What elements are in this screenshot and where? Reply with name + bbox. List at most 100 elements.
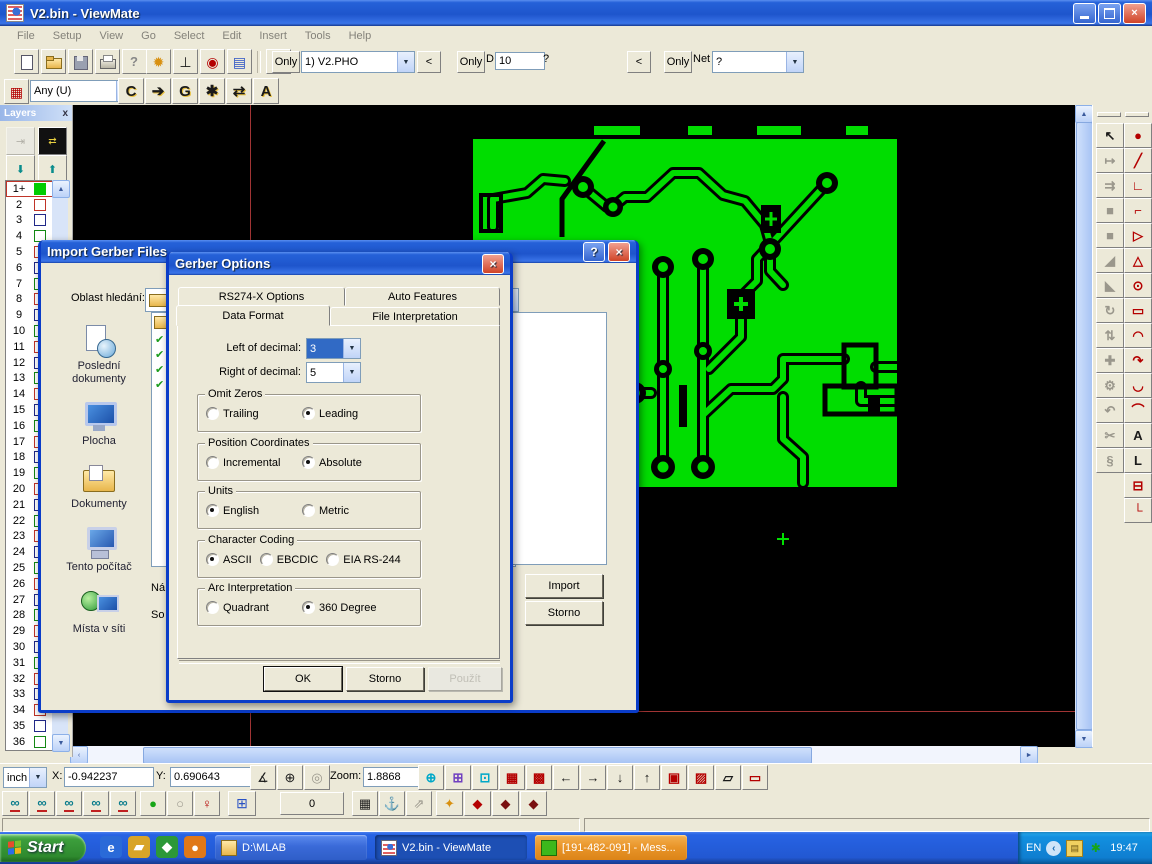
swap-tool[interactable]: ⇅ xyxy=(1096,323,1124,348)
snap-grid-button[interactable]: ▦ xyxy=(352,791,378,816)
horizontal-scrollbar[interactable]: ‹ ► xyxy=(70,746,1036,763)
prev-layer-button[interactable]: < xyxy=(417,51,441,73)
select-cluster-button[interactable]: ✱ xyxy=(199,78,225,104)
layer-row[interactable]: 1+ xyxy=(6,181,53,197)
quick-launch-browser[interactable]: ● xyxy=(184,836,206,858)
chevron-down-icon[interactable]: ▼ xyxy=(343,339,360,358)
view-lines-button[interactable]: ∞ xyxy=(83,791,109,816)
chevron-down-icon[interactable]: ▼ xyxy=(786,52,803,72)
radio-option[interactable]: EBCDIC xyxy=(260,553,319,566)
area-select-button[interactable]: ▭ xyxy=(742,765,768,790)
language-indicator[interactable]: EN xyxy=(1026,842,1041,854)
checked-file-icon[interactable]: ✔ xyxy=(155,333,164,348)
zoom-in-button[interactable]: ⊕ xyxy=(418,765,444,790)
unit-combo[interactable]: inch ▼ xyxy=(3,767,47,788)
select-tool[interactable]: ↖ xyxy=(1096,123,1124,148)
chevron-down-icon[interactable]: ▼ xyxy=(397,52,414,72)
tray-icq-icon[interactable]: ✱ xyxy=(1088,841,1103,856)
chevron-down-icon[interactable]: ▼ xyxy=(29,768,46,787)
grid-origin-button[interactable]: ▦ xyxy=(499,765,525,790)
select-swap-button[interactable]: ⇄ xyxy=(226,78,252,104)
rotate-tool[interactable]: ↻ xyxy=(1096,298,1124,323)
layer-row[interactable]: 35 xyxy=(6,718,53,734)
taskbar-task[interactable]: D:\MLAB xyxy=(215,835,367,860)
close-button[interactable]: × xyxy=(608,242,630,262)
align-tool[interactable]: ✚ xyxy=(1096,348,1124,373)
rectangle-tool[interactable]: ▭ xyxy=(1124,298,1152,323)
radio-option[interactable]: Trailing xyxy=(206,407,294,420)
polyline-tool[interactable]: ∟ xyxy=(1124,173,1152,198)
highlight-off-button[interactable]: ○ xyxy=(167,791,193,816)
probe-button[interactable]: ♀ xyxy=(194,791,220,816)
undo-tool[interactable]: ↶ xyxy=(1096,398,1124,423)
line-tool[interactable]: ╱ xyxy=(1124,148,1152,173)
radio-icon[interactable] xyxy=(206,553,219,566)
radio-icon[interactable] xyxy=(302,407,315,420)
origin-button[interactable]: ⊕ xyxy=(277,765,303,790)
ok-button[interactable]: OK xyxy=(264,667,342,691)
zoom-value-field[interactable]: 1.8868 xyxy=(363,767,419,787)
layer-color-swatch[interactable] xyxy=(34,214,46,226)
radio-icon[interactable] xyxy=(206,407,219,420)
checked-file-icon[interactable]: ✔ xyxy=(155,363,164,378)
right-decimal-combo[interactable]: 5 ▼ xyxy=(306,362,361,383)
layer-up-button[interactable]: ⬆ xyxy=(38,155,67,183)
menu-item[interactable]: Help xyxy=(340,28,381,44)
diamond-move-button[interactable]: ◆ xyxy=(492,791,519,816)
place-item[interactable]: Plocha xyxy=(51,399,147,448)
selected-files-list[interactable] xyxy=(511,312,607,565)
close-icon[interactable]: x xyxy=(62,108,68,119)
palette-grip[interactable] xyxy=(1125,112,1149,117)
label-tool[interactable]: L xyxy=(1124,448,1152,473)
pan-down-button[interactable]: ↓ xyxy=(607,765,633,790)
diamond-select-button[interactable]: ◆ xyxy=(464,791,491,816)
hscroll-thumb[interactable] xyxy=(143,747,812,764)
menu-item[interactable]: Setup xyxy=(44,28,91,44)
quick-launch-ie[interactable]: e xyxy=(100,836,122,858)
menu-item[interactable]: Go xyxy=(132,28,165,44)
anchor-button[interactable]: ⚓ xyxy=(379,791,405,816)
quad-view-button[interactable]: ⊞ xyxy=(228,791,256,816)
radio-icon[interactable] xyxy=(326,553,339,566)
pan-up-button[interactable]: ↑ xyxy=(634,765,660,790)
flip-tool[interactable]: ◣ xyxy=(1096,273,1124,298)
layer-move-button[interactable]: ▨ xyxy=(688,765,714,790)
only-net-button[interactable]: Only xyxy=(664,51,692,73)
triangle-tool[interactable]: △ xyxy=(1124,248,1152,273)
place-item[interactable]: Poslední dokumenty xyxy=(51,324,147,385)
place-item[interactable]: Tento počítač xyxy=(51,525,147,574)
start-button[interactable]: Start xyxy=(0,834,86,862)
dcode-input[interactable]: 10 xyxy=(495,52,545,70)
chevron-down-icon[interactable]: ▼ xyxy=(343,363,360,382)
layer-row[interactable]: 3 xyxy=(6,213,53,229)
radio-icon[interactable] xyxy=(260,553,273,566)
radio-icon[interactable] xyxy=(302,601,315,614)
open-poly-tool[interactable]: ▷ xyxy=(1124,223,1152,248)
highlight-on-button[interactable]: ● xyxy=(140,791,166,816)
plot-view-button[interactable]: ⊥ xyxy=(173,49,198,74)
restore-button[interactable] xyxy=(1098,3,1121,24)
cut-tool[interactable]: ✂ xyxy=(1096,423,1124,448)
layer-color-swatch[interactable] xyxy=(34,736,46,748)
scroll-down-icon[interactable]: ▼ xyxy=(1075,730,1093,748)
scroll-right-icon[interactable]: ► xyxy=(1020,746,1038,764)
print-button[interactable] xyxy=(95,49,120,74)
tray-chevron-icon[interactable]: ‹ xyxy=(1046,841,1061,856)
only-dcode-button[interactable]: Only xyxy=(457,51,485,73)
taskbar-task[interactable]: V2.bin - ViewMate xyxy=(375,835,527,860)
select-arrow-button[interactable]: ➔ xyxy=(145,78,171,104)
fill-rect-tool[interactable]: ■ xyxy=(1096,198,1124,223)
pan-right-button[interactable]: → xyxy=(580,765,606,790)
layer-row[interactable]: 36 xyxy=(6,734,53,750)
checked-file-icon[interactable]: ✔ xyxy=(155,348,164,363)
area-resize-button[interactable]: ▱ xyxy=(715,765,741,790)
radio-option[interactable]: English xyxy=(206,504,294,517)
mirror-tool[interactable]: ◢ xyxy=(1096,248,1124,273)
save-file-button[interactable] xyxy=(68,49,93,74)
stretch-button[interactable]: ⇗ xyxy=(406,791,432,816)
circle-tool[interactable]: ⊙ xyxy=(1124,273,1152,298)
palette-grip[interactable] xyxy=(1097,112,1121,117)
flash-select-button[interactable]: ✦ xyxy=(436,791,463,816)
taskbar-task[interactable]: [191-482-091] - Mess... xyxy=(535,835,687,860)
layer-insert-button[interactable]: ⇥ xyxy=(6,127,35,155)
